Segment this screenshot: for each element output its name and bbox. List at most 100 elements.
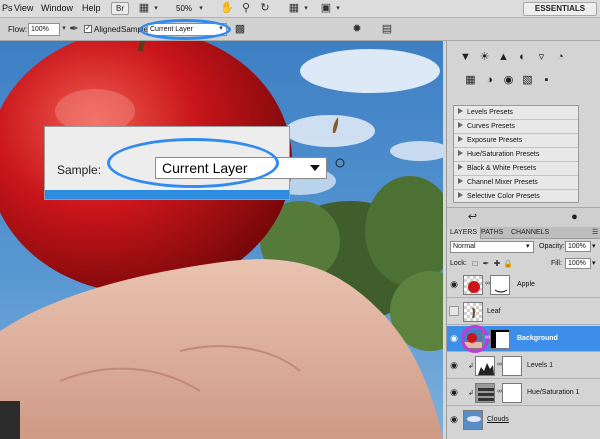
preset-item[interactable]: Channel Mixer Presets — [454, 176, 578, 190]
brightness-icon[interactable]: ☀ — [477, 50, 492, 65]
layer-name: Hue/Saturation 1 — [527, 389, 580, 396]
menu-item-view[interactable]: View — [14, 3, 33, 13]
black-white-icon[interactable]: ◑ — [482, 73, 497, 88]
tab-layers[interactable]: LAYERS — [447, 227, 482, 239]
lock-transparent-icon[interactable]: □ — [470, 258, 480, 269]
layer-row-background[interactable]: ◉ ∞ Background — [447, 325, 600, 353]
hand-tool-icon[interactable]: ✋ — [219, 2, 235, 15]
invert-icon[interactable]: ▪ — [539, 73, 554, 88]
pressure-size-icon[interactable]: ✹ — [350, 22, 364, 36]
airbrush-icon[interactable]: ✒ — [67, 22, 81, 36]
layer-name: Levels 1 — [527, 362, 554, 369]
layer-row-leaf[interactable]: Leaf — [447, 299, 600, 325]
fill-input[interactable]: 100% — [565, 258, 591, 269]
layer-name: Background — [517, 335, 558, 342]
exposure-icon[interactable]: ◐ — [515, 50, 530, 65]
preset-label: Channel Mixer Presets — [467, 179, 538, 186]
photo-filter-icon[interactable]: ◉ — [501, 73, 516, 88]
lock-all-icon[interactable]: 🔒 — [503, 258, 513, 269]
lock-image-icon[interactable]: ✒ — [481, 258, 491, 269]
callout-blue-strip — [45, 190, 289, 199]
expand-arrow-icon — [458, 122, 463, 128]
lock-position-icon[interactable]: ✚ — [492, 258, 502, 269]
layer-row-hue-saturation[interactable]: ◉ ↲ ∞ Hue/Saturation 1 — [447, 380, 600, 406]
layer-name: Apple — [517, 281, 535, 288]
eye-icon[interactable]: ◉ — [449, 279, 459, 289]
tab-paths[interactable]: PATHS — [478, 227, 506, 239]
opacity-dropdown-icon[interactable]: ▾ — [592, 242, 596, 250]
levels-histogram-icon — [478, 363, 494, 375]
menu-item-window[interactable]: Window — [41, 3, 73, 13]
preset-item[interactable]: Exposure Presets — [454, 134, 578, 148]
preset-item[interactable]: Curves Presets — [454, 120, 578, 134]
mask-icon — [494, 289, 508, 293]
menu-item-help[interactable]: Help — [82, 3, 101, 13]
aligned-checkbox[interactable]: ✓ — [84, 25, 92, 33]
screen-mode-icon[interactable]: ▣ — [318, 2, 334, 15]
preset-label: Curves Presets — [467, 123, 515, 130]
sample-label: Sample: — [121, 25, 151, 34]
zoom-tool-icon[interactable]: ⚲ — [238, 2, 254, 15]
flow-input[interactable]: 100% — [28, 23, 60, 36]
menu-bar: Ps View Window Help Br ▦ ▾ 50% ▾ ✋ ⚲ ↻ ▦… — [0, 0, 600, 18]
mini-bridge-icon[interactable]: ▦ — [136, 2, 152, 15]
layer-row-clouds[interactable]: ◉ Clouds — [447, 407, 600, 433]
sample-select[interactable]: Current Layer — [147, 23, 227, 36]
chevron-down-icon[interactable]: ▾ — [526, 242, 530, 250]
eye-icon[interactable]: ◉ — [449, 360, 459, 370]
screen-mode-dropdown-icon[interactable]: ▾ — [334, 2, 342, 15]
extras-dropdown-icon[interactable]: ▾ — [302, 2, 310, 15]
fill-dropdown-icon[interactable]: ▾ — [592, 259, 596, 267]
workspace-switcher[interactable]: ESSENTIALS — [523, 2, 597, 16]
canvas-image — [0, 41, 443, 439]
menu-item-app[interactable]: Ps — [2, 3, 13, 13]
clip-icon[interactable]: ● — [567, 210, 582, 225]
eye-icon[interactable]: ◉ — [449, 414, 459, 424]
eye-icon[interactable]: ◉ — [449, 333, 459, 343]
clone-source-icon[interactable]: ▤ — [380, 22, 394, 36]
levels-icon[interactable]: ▲ — [496, 50, 511, 65]
preset-item[interactable]: Hue/Saturation Presets — [454, 148, 578, 162]
sample-dropdown-icon[interactable]: ▾ — [216, 22, 226, 36]
eye-off-icon[interactable] — [449, 306, 459, 316]
layer-row-levels[interactable]: ◉ ↲ ∞ Levels 1 — [447, 353, 600, 379]
opacity-input[interactable]: 100% — [565, 241, 591, 252]
hue-saturation-icon — [478, 388, 494, 401]
extras-icon[interactable]: ▦ — [286, 2, 302, 15]
layer-thumbnail — [463, 410, 483, 430]
adjustments-footer: ↩ ● — [447, 207, 600, 227]
chevron-down-icon[interactable]: ▾ — [152, 2, 160, 15]
layer-row-apple[interactable]: ◉ ∞ Apple — [447, 272, 600, 298]
balance-icon[interactable]: ◔ — [553, 50, 568, 65]
ignore-adjustment-icon[interactable]: ▩ — [233, 22, 247, 36]
layer-name: Leaf — [487, 308, 501, 315]
return-icon[interactable]: ↩ — [465, 210, 480, 225]
leaf-thumb-icon — [472, 307, 475, 319]
expand-arrow-icon — [458, 192, 463, 198]
blend-mode-select[interactable]: Normal — [450, 241, 534, 253]
gradient-map-icon[interactable]: ▧ — [520, 73, 535, 88]
layer-mask-thumbnail — [502, 356, 522, 376]
presets-list: Levels Presets Curves Presets Exposure P… — [453, 105, 579, 203]
layer-thumbnail — [463, 302, 483, 322]
eye-icon[interactable]: ◉ — [449, 387, 459, 397]
rotate-view-icon[interactable]: ↻ — [257, 2, 273, 15]
preset-item[interactable]: Levels Presets — [454, 106, 578, 120]
panel-menu-icon[interactable]: ☰ — [589, 227, 600, 239]
layers-tabs: LAYERS PATHS CHANNELS ☰ — [447, 227, 600, 239]
tab-channels[interactable]: CHANNELS — [508, 227, 552, 239]
adjustment-thumbnail — [475, 383, 495, 403]
zoom-level[interactable]: 50% — [176, 4, 192, 13]
preset-label: Black & White Presets — [467, 165, 537, 172]
document-canvas[interactable]: Sample: Current Layer — [0, 41, 443, 439]
zoom-dropdown-icon[interactable]: ▾ — [197, 2, 205, 15]
preset-item[interactable]: Selective Color Presets — [454, 190, 578, 204]
color-balance-icon[interactable]: ▦ — [463, 73, 478, 88]
curves-icon[interactable]: ▼ — [458, 50, 473, 65]
bridge-button[interactable]: Br — [111, 2, 129, 15]
vibrance-icon[interactable]: ▿ — [534, 50, 549, 65]
callout-sample-value: Current Layer — [162, 160, 248, 176]
preset-item[interactable]: Black & White Presets — [454, 162, 578, 176]
options-bar: Flow: 100% ▾ ✒ ✓ Aligned Sample: Current… — [0, 18, 600, 41]
preset-label: Hue/Saturation Presets — [467, 151, 540, 158]
